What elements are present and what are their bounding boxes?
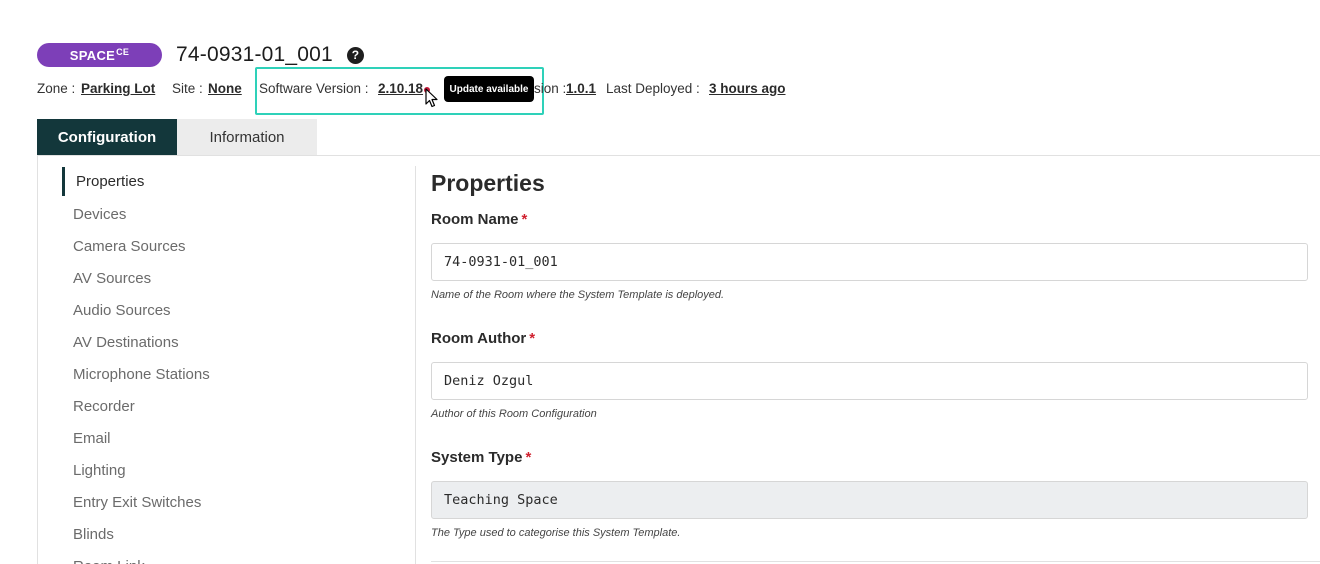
sidenav-item-audio-sources[interactable]: Audio Sources — [62, 294, 392, 326]
room-author-field: Room Author * Deniz Ozgul Author of this … — [431, 330, 1308, 422]
software-version-label: Software Version : — [259, 81, 369, 96]
room-author-label-text: Room Author — [431, 330, 527, 347]
room-name-input[interactable]: 74-0931-01_001 — [431, 243, 1308, 281]
last-deployed-link[interactable]: 3 hours ago — [709, 81, 786, 96]
required-marker: * — [525, 449, 532, 466]
sidenav-item-email[interactable]: Email — [62, 422, 392, 454]
system-type-hint: The Type used to categorise this System … — [431, 527, 681, 539]
system-type-label: System Type * — [431, 449, 1308, 471]
sidenav-item-camera-sources[interactable]: Camera Sources — [62, 230, 392, 262]
badge-label: SPACE — [69, 47, 116, 63]
sidenav-item-devices[interactable]: Devices — [62, 198, 392, 230]
sidenav-item-room-link[interactable]: Room Link — [62, 550, 392, 564]
template-version-link[interactable]: 1.0.1 — [566, 81, 596, 96]
required-marker: * — [521, 211, 528, 228]
system-type-input: Teaching Space — [431, 481, 1308, 519]
question-circle-icon[interactable]: ? — [346, 46, 364, 64]
sidenav-item-entry-exit-switches[interactable]: Entry Exit Switches — [62, 486, 392, 518]
sidenav-item-lighting[interactable]: Lighting — [62, 454, 392, 486]
site-label: Site : — [172, 81, 203, 96]
site-link[interactable]: None — [208, 81, 242, 96]
page-title: 74-0931-01_001 — [176, 43, 333, 66]
room-author-input[interactable]: Deniz Ozgul — [431, 362, 1308, 400]
tab-bar: Configuration Information — [37, 119, 317, 155]
space-badge: SPACE CE — [37, 43, 162, 67]
panel-left-border — [37, 155, 38, 564]
room-header: SPACE CE 74-0931-01_001 ? — [37, 40, 364, 70]
sidenav-item-recorder[interactable]: Recorder — [62, 390, 392, 422]
system-type-field: System Type * Teaching Space The Type use… — [431, 449, 1308, 541]
badge-superscript: CE — [116, 47, 130, 57]
section-title: Properties — [431, 170, 545, 196]
sidenav-item-av-sources[interactable]: AV Sources — [62, 262, 392, 294]
panel-divider — [415, 166, 416, 564]
sidenav-item-properties[interactable]: Properties — [62, 167, 392, 196]
tab-configuration[interactable]: Configuration — [37, 119, 177, 155]
room-name-label: Room Name * — [431, 211, 1308, 233]
config-sidenav: Properties Devices Camera Sources AV Sou… — [62, 166, 392, 564]
zone-link[interactable]: Parking Lot — [81, 81, 155, 96]
sidenav-item-blinds[interactable]: Blinds — [62, 518, 392, 550]
sidenav-item-microphone-stations[interactable]: Microphone Stations — [62, 358, 392, 390]
template-version-label: sion : — [534, 81, 567, 96]
system-type-label-text: System Type — [431, 449, 523, 466]
room-name-hint: Name of the Room where the System Templa… — [431, 289, 725, 301]
sidenav-item-av-destinations[interactable]: AV Destinations — [62, 326, 392, 358]
properties-panel: Properties Room Name * 74-0931-01_001 Nam… — [431, 170, 1308, 564]
zone-label: Zone : — [37, 81, 76, 96]
room-author-label: Room Author * — [431, 330, 1308, 352]
tabs-divider — [37, 155, 1320, 156]
software-version-link[interactable]: 2.10.18 — [378, 81, 423, 96]
last-deployed-label: Last Deployed : — [606, 81, 700, 96]
required-marker: * — [529, 330, 536, 347]
room-name-field: Room Name * 74-0931-01_001 Name of the Ro… — [431, 211, 1308, 303]
content-bottom-divider — [431, 561, 1320, 562]
tab-information[interactable]: Information — [177, 119, 317, 155]
room-name-label-text: Room Name — [431, 211, 519, 228]
mouse-cursor-icon — [425, 88, 438, 108]
update-tooltip: Update available — [444, 76, 534, 102]
room-author-hint: Author of this Room Configuration — [431, 408, 597, 420]
